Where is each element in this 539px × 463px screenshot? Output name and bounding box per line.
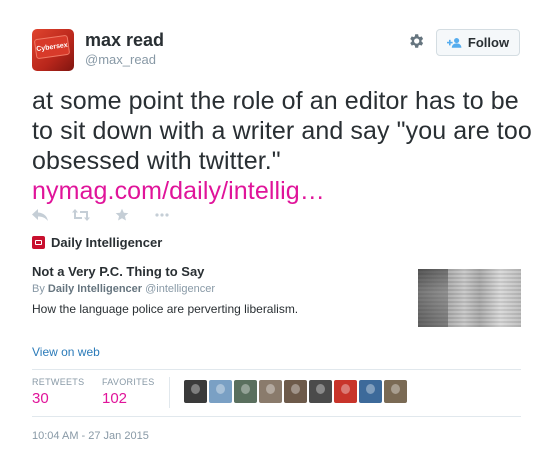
favoriter-avatar[interactable]	[334, 380, 357, 403]
favoriter-avatar[interactable]	[184, 380, 207, 403]
card-source[interactable]: Daily Intelligencer	[32, 235, 162, 250]
retweets-label: RETWEETS	[32, 377, 85, 387]
follow-button[interactable]: Follow	[436, 29, 520, 56]
tweet-timestamp[interactable]: 10:04 AM - 27 Jan 2015	[32, 430, 149, 442]
favoriter-avatar[interactable]	[259, 380, 282, 403]
retweet-icon[interactable]	[72, 208, 90, 222]
favoriter-avatar[interactable]	[384, 380, 407, 403]
favorite-icon[interactable]	[114, 208, 130, 222]
favoriter-avatar[interactable]	[284, 380, 307, 403]
avatar-key-label: Cybersex	[33, 34, 71, 60]
person-add-icon	[446, 37, 462, 48]
tweet-card: Cybersex max read @max_read Follow at so…	[0, 0, 539, 463]
source-name: Daily Intelligencer	[51, 235, 163, 250]
favoriter-avatars	[184, 380, 407, 403]
tweet-body: at some point the role of an editor has …	[32, 87, 532, 175]
favoriter-avatar[interactable]	[309, 380, 332, 403]
favorites-label: FAVORITES	[102, 377, 155, 387]
card-byline: By Daily Intelligencer @intelligencer	[32, 283, 215, 295]
tweet-text: at some point the role of an editor has …	[32, 86, 532, 206]
card-thumbnail[interactable]	[418, 269, 521, 327]
view-on-web-link[interactable]: View on web	[32, 345, 100, 359]
tweet-actions	[32, 208, 194, 222]
card-description: How the language police are perverting l…	[32, 302, 299, 316]
stats-divider	[169, 377, 170, 408]
reply-icon[interactable]	[32, 208, 48, 222]
byline-name[interactable]: Daily Intelligencer	[48, 283, 142, 295]
card-title[interactable]: Not a Very P.C. Thing to Say	[32, 264, 204, 279]
more-icon[interactable]	[154, 208, 170, 222]
favoriter-avatar[interactable]	[209, 380, 232, 403]
divider	[32, 369, 521, 370]
byline-handle[interactable]: @intelligencer	[145, 283, 215, 295]
follow-label: Follow	[467, 35, 510, 50]
gear-icon[interactable]	[407, 32, 425, 50]
author-name[interactable]: max read	[85, 30, 164, 51]
favoriter-avatar[interactable]	[359, 380, 382, 403]
author-handle[interactable]: @max_read	[85, 52, 156, 67]
byline-prefix: By	[32, 283, 45, 295]
favorites-count[interactable]: 102	[102, 390, 127, 407]
divider	[32, 416, 521, 417]
source-logo-icon	[32, 236, 45, 249]
favoriter-avatar[interactable]	[234, 380, 257, 403]
author-avatar[interactable]: Cybersex	[32, 29, 74, 71]
tweet-link[interactable]: nymag.com/daily/intellig…	[32, 177, 325, 205]
retweets-count[interactable]: 30	[32, 390, 49, 407]
